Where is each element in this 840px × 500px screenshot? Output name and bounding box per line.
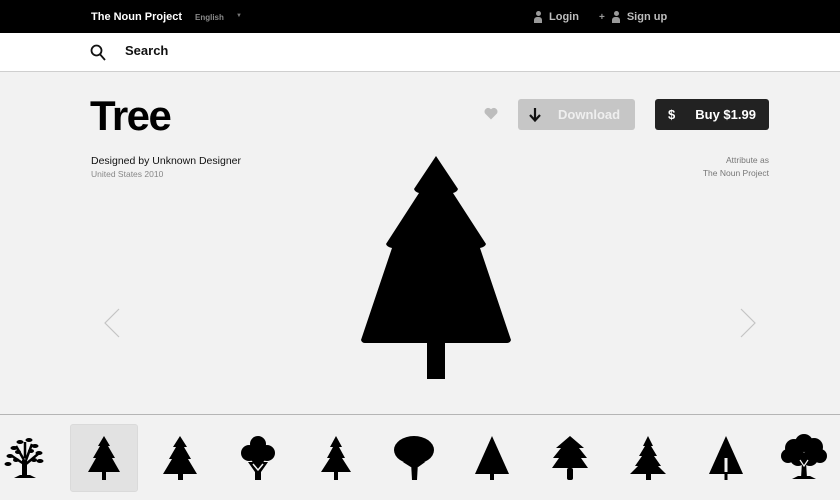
cone-tree-icon	[475, 436, 509, 480]
spruce-tree-icon	[630, 436, 666, 480]
pine-tree-icon	[361, 156, 511, 379]
login-label: Login	[549, 11, 579, 23]
language-select[interactable]: English	[195, 13, 224, 22]
attribute-value: The Noun Project	[702, 168, 769, 178]
plus-icon: +	[599, 11, 605, 23]
previous-arrow-icon[interactable]	[104, 308, 120, 338]
split-cone-tree-icon	[709, 436, 743, 480]
login-link[interactable]: Login	[533, 11, 579, 23]
pine-tree-icon	[88, 436, 120, 480]
related-icon-thumb[interactable]	[0, 424, 58, 492]
related-icon-thumb[interactable]	[614, 424, 682, 492]
related-icon-thumb[interactable]	[302, 424, 370, 492]
chevron-down-icon[interactable]: ▼	[236, 13, 242, 19]
user-icon	[611, 11, 621, 23]
signup-link[interactable]: + Sign up	[599, 11, 667, 23]
oak-tree-icon	[781, 434, 827, 479]
top-navigation-bar: The Noun Project English ▼ Login + Sign …	[0, 0, 840, 33]
icon-meta: United States 2010	[91, 169, 164, 179]
brand-logo[interactable]: The Noun Project	[91, 11, 182, 23]
related-icon-thumb-selected[interactable]	[70, 424, 138, 492]
dollar-icon: $	[668, 107, 676, 122]
related-icon-thumb[interactable]	[380, 424, 448, 492]
related-icon-thumb[interactable]	[536, 424, 604, 492]
related-icon-thumb[interactable]	[458, 424, 526, 492]
buy-button[interactable]: $ Buy $1.99	[655, 99, 769, 130]
related-icons-strip	[0, 414, 840, 500]
related-icon-thumb[interactable]	[146, 424, 214, 492]
icon-title: Tree	[90, 92, 172, 139]
user-icon	[533, 11, 543, 23]
signup-label: Sign up	[626, 11, 668, 23]
small-pine-icon	[321, 436, 351, 480]
related-icon-thumb[interactable]	[692, 424, 760, 492]
search-bar[interactable]: Search	[0, 33, 840, 72]
download-label: Download	[558, 107, 621, 122]
leafy-tree-icon	[4, 438, 44, 478]
download-button[interactable]: Download	[518, 99, 635, 130]
related-icon-thumb[interactable]	[770, 424, 838, 492]
next-arrow-icon[interactable]	[740, 308, 756, 338]
related-icon-thumb[interactable]	[224, 424, 292, 492]
search-input[interactable]: Search	[125, 43, 168, 58]
designer-credit[interactable]: Designed by Unknown Designer	[91, 155, 241, 167]
search-icon[interactable]	[90, 44, 106, 61]
attribute-label: Attribute as	[726, 155, 769, 165]
round-tree-icon	[394, 436, 434, 480]
broccoli-tree-icon	[241, 436, 275, 480]
buy-label: Buy $1.99	[695, 107, 756, 122]
heart-icon[interactable]	[484, 107, 498, 120]
arrow-down-icon	[529, 107, 541, 122]
pine-tree-icon	[163, 436, 197, 480]
fir-tree-icon	[552, 436, 588, 480]
